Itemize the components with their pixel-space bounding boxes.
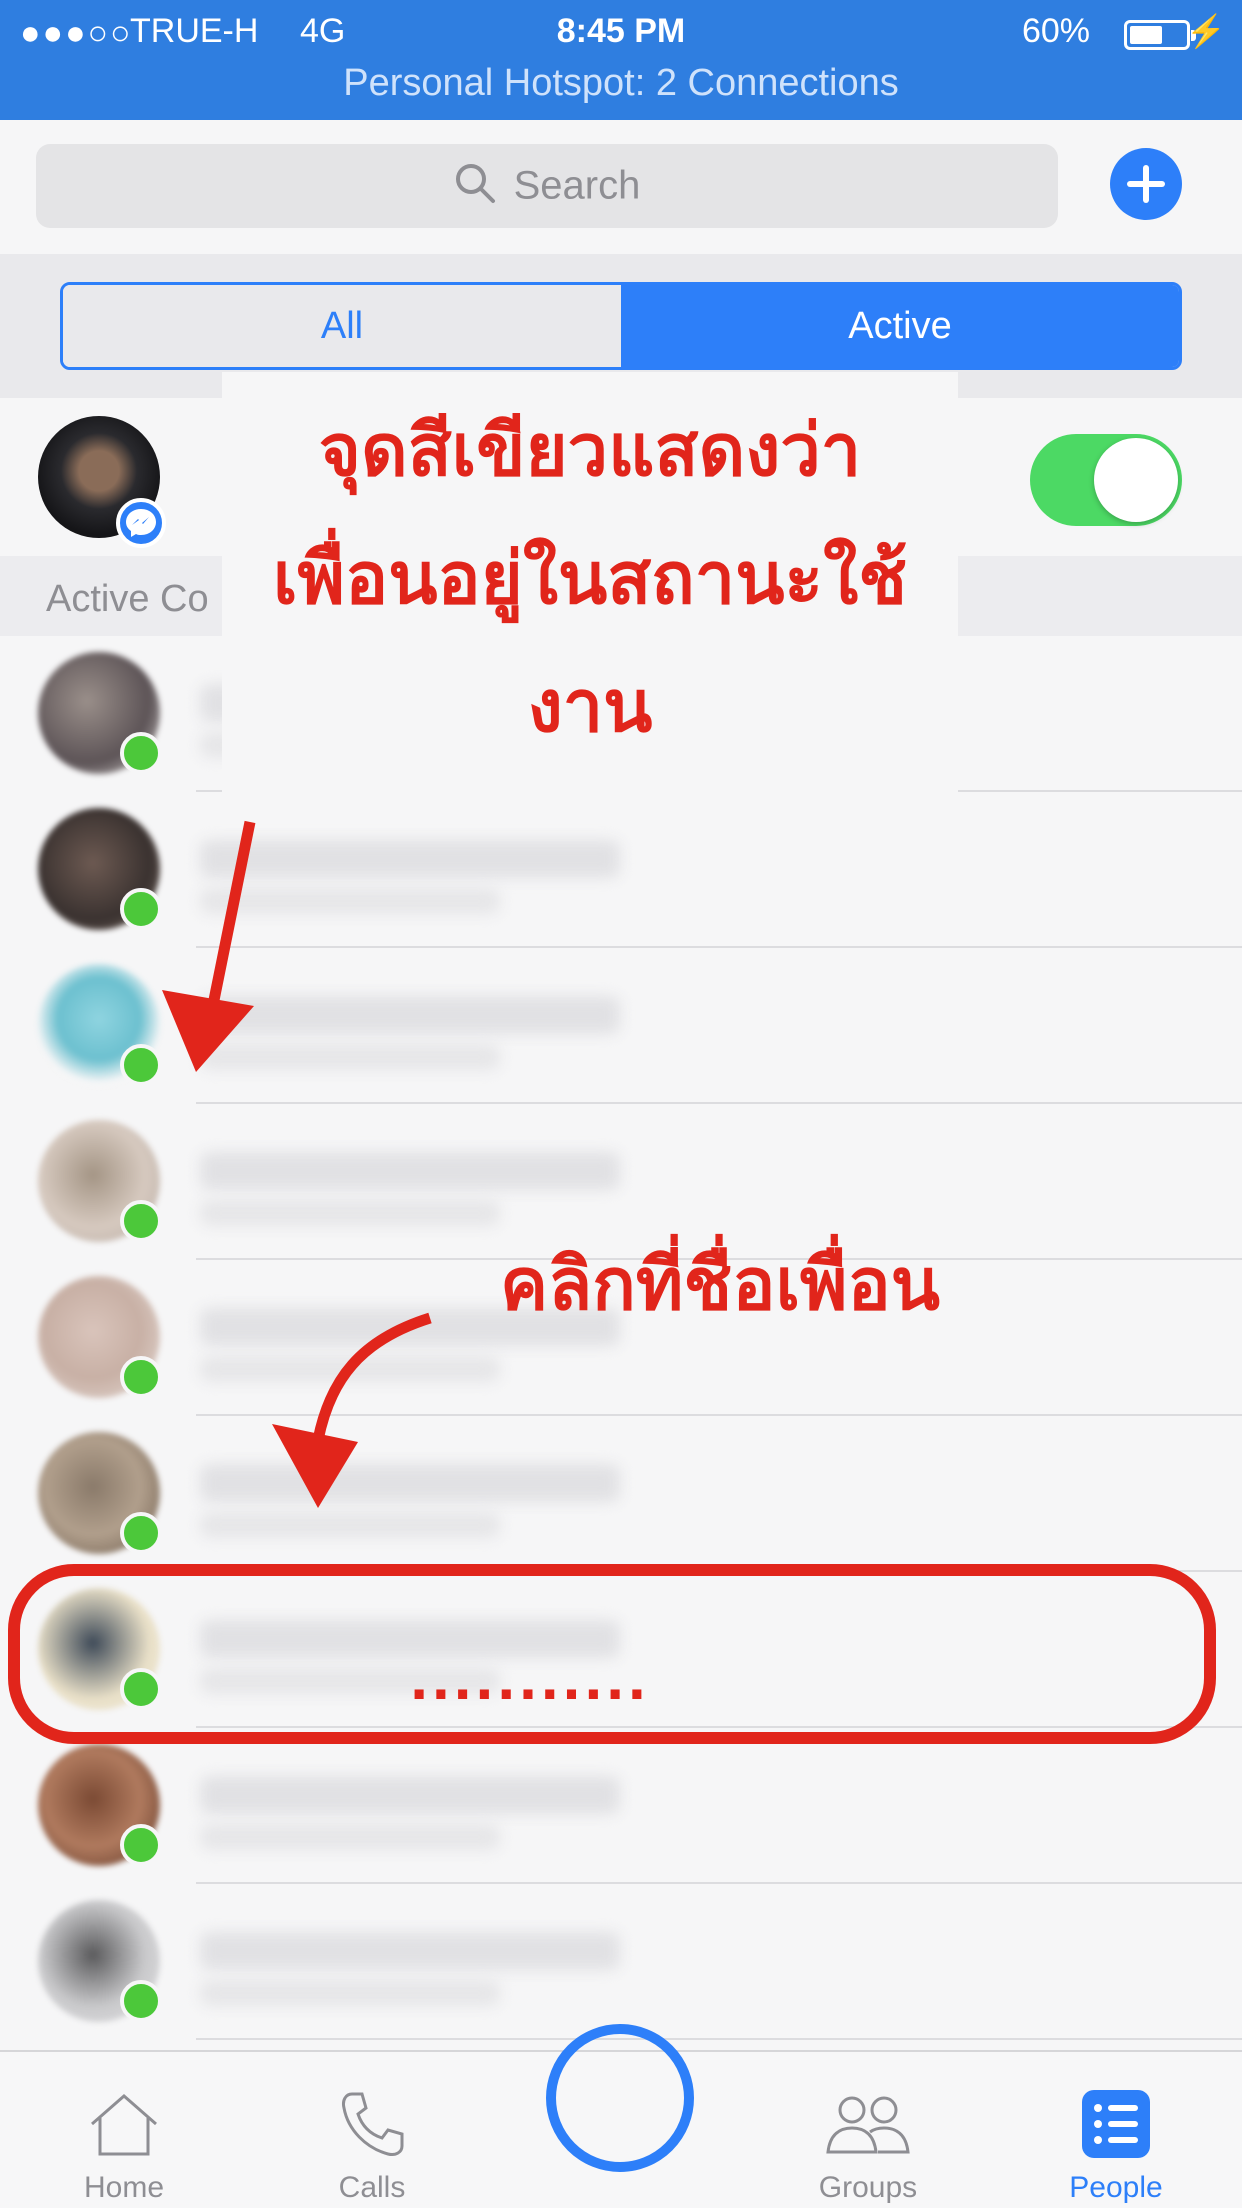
tab-people-label: People (1069, 2171, 1163, 2204)
home-icon (91, 2094, 157, 2156)
arrow-shaft-2 (312, 1312, 432, 1442)
tab-home[interactable]: Home (24, 2088, 224, 2205)
messenger-people-screen: ●●●○○ TRUE-H 4G 8:45 PM 60% ⚡ Personal H… (0, 0, 1242, 2208)
tab-people[interactable]: People (1016, 2088, 1216, 2205)
groups-icon (826, 2096, 910, 2154)
tab-calls[interactable]: Calls (272, 2088, 472, 2205)
people-list-icon (1082, 2090, 1150, 2158)
arrow-head-2 (272, 1424, 358, 1508)
arrow-shaft-1 (206, 820, 256, 1012)
tab-home-label: Home (83, 2171, 165, 2204)
highlight-dots-label: ........... (410, 1641, 650, 1713)
compose-button[interactable] (546, 2024, 694, 2172)
arrow-head-1 (162, 990, 254, 1072)
tab-groups[interactable]: Groups (768, 2088, 968, 2205)
phone-icon (342, 2092, 404, 2156)
annotation-arrows (8, 820, 1216, 1744)
tab-calls-label: Calls (338, 2171, 406, 2204)
tab-groups-label: Groups (818, 2171, 918, 2204)
